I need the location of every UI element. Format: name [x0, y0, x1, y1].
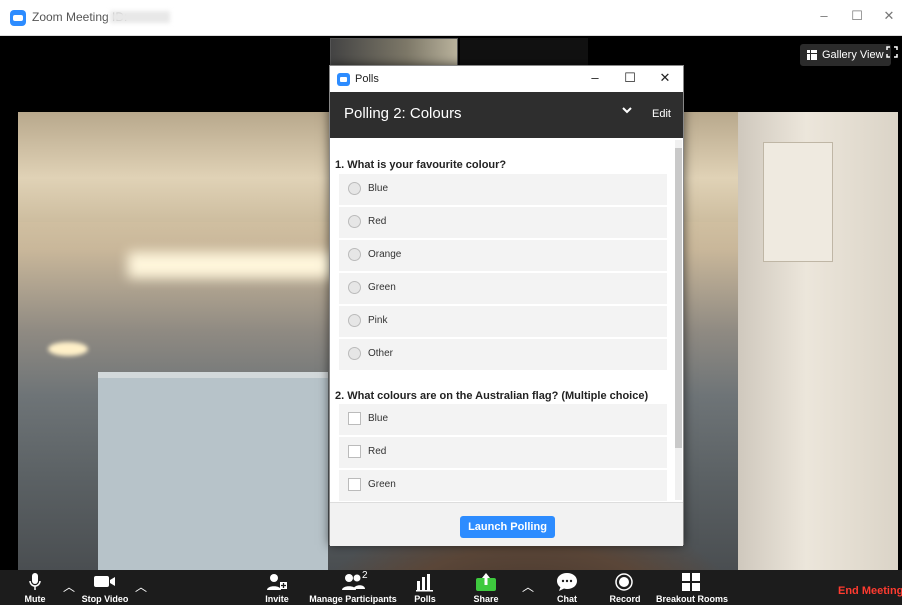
option-label: Blue — [368, 183, 389, 194]
polls-window: Polls – ☐ ✕ Polling 2: Colours Edit 1. W… — [329, 65, 684, 546]
gallery-view-label: Gallery View — [822, 49, 884, 61]
microphone-icon — [18, 572, 52, 592]
video-ceiling-light — [128, 252, 338, 278]
video-ceiling-light — [48, 342, 88, 356]
breakout-rooms-icon — [656, 572, 726, 592]
poll-option[interactable]: Green — [339, 470, 667, 501]
polls-maximize-button[interactable]: ☐ — [621, 70, 639, 86]
video-office-partition — [98, 372, 328, 570]
gallery-view-button[interactable]: Gallery View — [800, 44, 891, 66]
end-meeting-button[interactable]: End Meeting — [838, 585, 902, 597]
close-button[interactable]: ✕ — [878, 8, 900, 24]
participants-count: 2 — [362, 570, 368, 581]
chat-label: Chat — [557, 594, 577, 604]
radio-button[interactable] — [348, 215, 361, 228]
chevron-down-icon[interactable] — [621, 104, 637, 120]
zoom-app-icon — [337, 73, 350, 86]
option-label: Green — [368, 282, 396, 293]
record-button[interactable]: Record — [608, 572, 642, 604]
stop-video-label: Stop Video — [81, 594, 129, 604]
radio-button[interactable] — [348, 347, 361, 360]
share-options-chevron-icon[interactable]: ︿ — [522, 578, 534, 595]
stop-video-button[interactable]: Stop Video — [80, 572, 130, 604]
checkbox[interactable] — [348, 412, 361, 425]
video-poster — [763, 142, 833, 262]
edit-poll-button[interactable]: Edit — [652, 108, 671, 120]
checkbox[interactable] — [348, 478, 361, 491]
share-label: Share — [473, 594, 499, 604]
add-user-icon — [262, 572, 292, 592]
manage-participants-button[interactable]: 2 Manage Participants — [308, 570, 398, 604]
audio-options-chevron-icon[interactable]: ︿ — [63, 578, 75, 595]
meeting-toolbar: Mute ︿ Stop Video ︿ Invite 2 Manage Part… — [0, 570, 902, 605]
launch-polling-button[interactable]: Launch Polling — [460, 516, 555, 538]
option-label: Orange — [368, 249, 402, 260]
poll-header: Polling 2: Colours Edit — [330, 92, 683, 138]
question-2-text: 2. What colours are on the Australian fl… — [335, 390, 649, 402]
polls-label: Polls — [414, 594, 436, 604]
poll-option[interactable]: Red — [339, 437, 667, 468]
video-camera-icon — [80, 572, 130, 592]
video-options-chevron-icon[interactable]: ︿ — [135, 578, 147, 595]
poll-option[interactable]: Orange — [339, 240, 667, 271]
polls-minimize-button[interactable]: – — [586, 70, 604, 85]
option-label: Green — [368, 479, 396, 490]
poll-option[interactable]: Other — [339, 339, 667, 370]
option-label: Pink — [368, 315, 388, 326]
record-icon — [608, 572, 642, 592]
option-label: Blue — [368, 413, 389, 424]
option-label: Other — [368, 348, 394, 359]
breakout-rooms-label: Breakout Rooms — [656, 594, 729, 604]
poll-name: Polling 2: Colours — [344, 105, 462, 122]
minimize-button[interactable]: – — [813, 8, 835, 23]
fullscreen-icon[interactable] — [886, 46, 900, 62]
poll-footer: Launch Polling — [330, 502, 683, 546]
bar-chart-icon — [410, 572, 440, 592]
scrollbar-thumb[interactable] — [675, 148, 682, 448]
radio-button[interactable] — [348, 281, 361, 294]
zoom-app-icon — [10, 10, 26, 26]
maximize-button[interactable]: ☐ — [846, 8, 868, 24]
manage-participants-label: Manage Participants — [309, 594, 397, 604]
share-button[interactable]: Share — [470, 572, 502, 604]
poll-option[interactable]: Blue — [339, 174, 667, 205]
polls-title-bar: Polls – ☐ ✕ — [330, 66, 683, 92]
option-label: Red — [368, 446, 387, 457]
poll-option[interactable]: Red — [339, 207, 667, 238]
polls-button[interactable]: Polls — [410, 572, 440, 604]
poll-option[interactable]: Green — [339, 273, 667, 304]
radio-button[interactable] — [348, 314, 361, 327]
poll-questions: 1. What is your favourite colour? Blue R… — [330, 138, 673, 502]
polls-window-title: Polls — [355, 73, 379, 85]
radio-button[interactable] — [348, 182, 361, 195]
question-1-text: 1. What is your favourite colour? — [335, 159, 507, 171]
record-label: Record — [609, 594, 641, 604]
poll-option[interactable]: Pink — [339, 306, 667, 337]
meeting-id-redacted — [110, 11, 170, 23]
mute-label: Mute — [24, 594, 46, 604]
option-label: Red — [368, 216, 387, 227]
zoom-window: Zoom Meeting ID: – ☐ ✕ Gallery View Poll… — [0, 0, 902, 605]
chat-button[interactable]: Chat — [553, 572, 581, 604]
mute-button[interactable]: Mute — [18, 572, 52, 604]
invite-label: Invite — [265, 594, 289, 604]
poll-scrollbar[interactable] — [675, 140, 682, 500]
invite-button[interactable]: Invite — [262, 572, 292, 604]
radio-button[interactable] — [348, 248, 361, 261]
poll-option[interactable]: Blue — [339, 404, 667, 435]
participants-icon: 2 — [333, 570, 373, 592]
chat-bubble-icon — [553, 572, 581, 592]
breakout-rooms-button[interactable]: Breakout Rooms — [656, 572, 729, 604]
share-screen-icon — [470, 572, 502, 592]
polls-close-button[interactable]: ✕ — [656, 70, 674, 86]
grid-icon — [807, 50, 817, 60]
title-bar: Zoom Meeting ID: – ☐ ✕ — [0, 0, 902, 36]
checkbox[interactable] — [348, 445, 361, 458]
